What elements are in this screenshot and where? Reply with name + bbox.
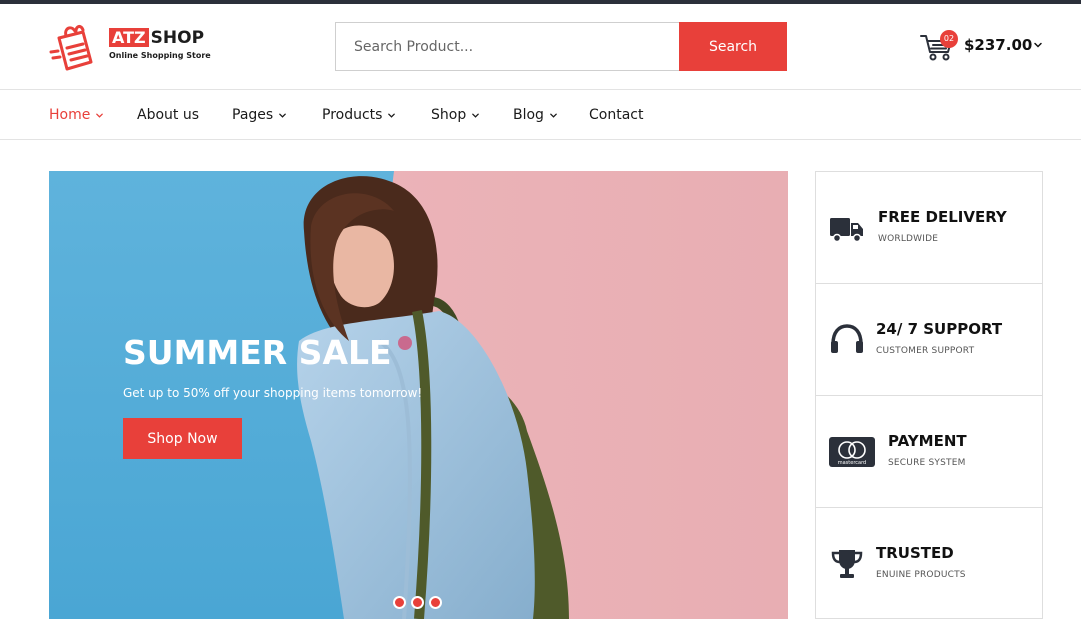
slider-pagination (393, 596, 453, 610)
nav-item-shop[interactable]: Shop (431, 105, 480, 125)
mastercard-icon: mastercard (829, 437, 875, 467)
hero-slider: SUMMER SALE Get up to 50% off your shopp… (49, 171, 788, 619)
shop-now-button[interactable]: Shop Now (123, 418, 242, 459)
feature-subtitle: ENUINE PRODUCTS (876, 570, 966, 580)
hero-subtitle: Get up to 50% off your shopping items to… (123, 386, 423, 400)
nav-item-label: Pages (232, 107, 274, 123)
feature-subtitle: WORLDWIDE (878, 234, 939, 244)
nav-item-label: Home (49, 107, 91, 123)
nav-item-label: Shop (431, 107, 467, 123)
logo-tagline: Online Shopping Store (109, 51, 211, 60)
slider-dot[interactable] (411, 596, 424, 609)
nav-item-products[interactable]: Products (322, 105, 396, 125)
nav-item-pages[interactable]: Pages (232, 105, 287, 125)
hero-title: SUMMER SALE (123, 333, 392, 372)
logo-highlight: ATZ (109, 28, 149, 47)
feature-title: PAYMENT (888, 432, 967, 450)
trophy-icon (831, 550, 863, 578)
feature-subtitle: CUSTOMER SUPPORT (876, 346, 975, 356)
features-panel: FREE DELIVERY WORLDWIDE 24/ 7 SUPPORT CU… (815, 171, 1043, 619)
cart-count-badge: 02 (940, 30, 958, 48)
chevron-down-icon (388, 113, 396, 118)
main-nav: Home About us Pages Products Shop Blog C… (0, 90, 1081, 140)
search-input[interactable] (335, 22, 680, 71)
truck-icon (830, 218, 863, 243)
nav-item-label: About us (137, 107, 200, 123)
slider-dot[interactable] (393, 596, 406, 609)
logo-brand: SHOP (150, 28, 205, 48)
search-bar: Search (335, 22, 787, 71)
cart-widget[interactable]: 02 $237.00 (920, 30, 1050, 66)
nav-item-label: Blog (513, 107, 544, 123)
chevron-down-icon (1034, 42, 1042, 48)
nav-item-label: Products (322, 107, 383, 123)
chevron-down-icon (279, 113, 287, 118)
nav-item-contact[interactable]: Contact (589, 105, 643, 125)
feature-title: FREE DELIVERY (878, 208, 1007, 226)
feature-title: TRUSTED (876, 544, 954, 562)
feature-support: 24/ 7 SUPPORT CUSTOMER SUPPORT (816, 284, 1042, 396)
slider-dot[interactable] (429, 596, 442, 609)
chevron-down-icon (96, 113, 104, 118)
nav-item-home[interactable]: Home (49, 105, 104, 125)
search-button[interactable]: Search (679, 22, 787, 71)
svg-text:mastercard: mastercard (838, 460, 866, 466)
nav-item-about-us[interactable]: About us (137, 105, 199, 125)
headphones-icon (831, 324, 863, 353)
nav-item-blog[interactable]: Blog (513, 105, 558, 125)
cart-total: $237.00 (964, 36, 1033, 54)
chevron-down-icon (472, 113, 480, 118)
logo[interactable]: ATZ SHOP Online Shopping Store (49, 22, 219, 74)
feature-free-delivery: FREE DELIVERY WORLDWIDE (816, 172, 1042, 284)
feature-trusted: TRUSTED ENUINE PRODUCTS (816, 508, 1042, 620)
nav-item-label: Contact (589, 107, 644, 123)
shopping-bag-icon (49, 24, 93, 71)
site-header: ATZSHOP Online Shopping Store Search 02 … (0, 4, 1081, 90)
chevron-down-icon (550, 113, 557, 118)
feature-subtitle: SECURE SYSTEM (888, 458, 966, 468)
feature-title: 24/ 7 SUPPORT (876, 320, 1003, 338)
logo-wordmark: ATZ SHOP (109, 28, 204, 48)
feature-payment: mastercard PAYMENT SECURE SYSTEM (816, 396, 1042, 508)
